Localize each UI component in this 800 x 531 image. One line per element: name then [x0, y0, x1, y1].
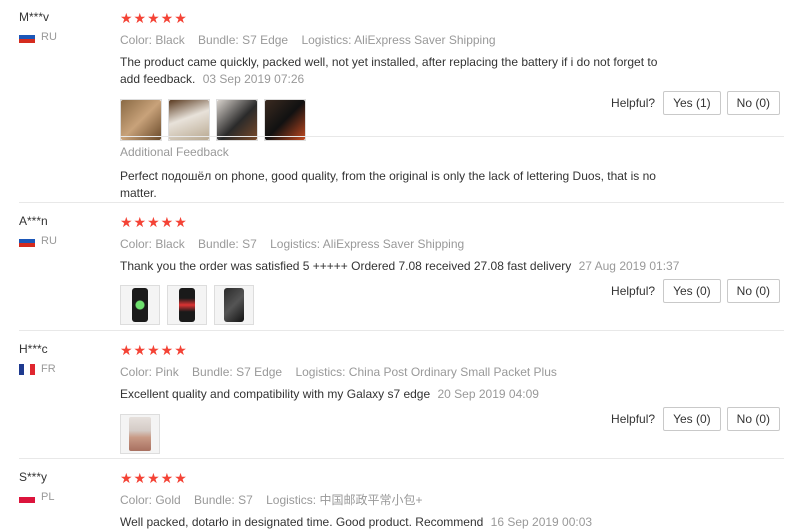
helpful-label: Helpful? — [611, 412, 656, 426]
reviewer-name: M***v — [19, 10, 50, 24]
reviewer-name: A***n — [19, 214, 48, 228]
review-content: ★★★★★ Color: Black Bundle: S7 Edge Logis… — [120, 10, 782, 141]
review-body: The product came quickly, packed well, n… — [120, 55, 658, 86]
helpful-yes-button[interactable]: Yes (1) — [663, 91, 721, 115]
attr-color: Color: Black — [120, 237, 185, 251]
review-item: H***c FR ★★★★★ Color: Pink Bundle: S7 Ed… — [0, 342, 800, 458]
review-content: ★★★★★ Color: Gold Bundle: S7 Logistics: … — [120, 470, 782, 531]
attr-logistics: Logistics: 中国邮政平常小包+ — [266, 493, 423, 507]
attr-color: Color: Pink — [120, 365, 179, 379]
review-item: S***y PL ★★★★★ Color: Gold Bundle: S7 Lo… — [0, 470, 800, 529]
attr-logistics: Logistics: China Post Ordinary Small Pac… — [295, 365, 557, 379]
review-photo[interactable] — [168, 99, 210, 141]
review-attributes: Color: Black Bundle: S7 Edge Logistics: … — [120, 32, 782, 48]
attr-color: Color: Black — [120, 33, 185, 47]
review-attributes: Color: Black Bundle: S7 Logistics: AliEx… — [120, 236, 782, 252]
review-item: M***v RU ★★★★★ Color: Black Bundle: S7 E… — [0, 10, 800, 141]
attr-bundle: Bundle: S7 — [198, 237, 257, 251]
review-content: ★★★★★ Color: Black Bundle: S7 Logistics:… — [120, 214, 782, 325]
flag-ru-icon — [19, 235, 35, 247]
review-body: Excellent quality and compatibility with… — [120, 387, 431, 401]
country-code: PL — [41, 491, 55, 503]
review-content: ★★★★★ Color: Pink Bundle: S7 Edge Logist… — [120, 342, 782, 454]
helpful-label: Helpful? — [611, 284, 656, 298]
review-attributes: Color: Gold Bundle: S7 Logistics: 中国邮政平常… — [120, 492, 782, 508]
reviewer-country: PL — [19, 491, 54, 503]
country-code: RU — [41, 235, 57, 247]
divider — [120, 136, 784, 137]
star-rating: ★★★★★ — [120, 470, 188, 486]
reviewer-name: H***c — [19, 342, 48, 356]
reviewer-country: FR — [19, 363, 56, 375]
review-date: 16 Sep 2019 00:03 — [490, 515, 593, 529]
review-text: Well packed, dotarło in designated time.… — [120, 514, 782, 531]
star-rating: ★★★★★ — [120, 214, 188, 230]
review-date: 20 Sep 2019 04:09 — [437, 387, 539, 401]
attr-bundle: Bundle: S7 — [194, 493, 253, 507]
review-photo[interactable] — [120, 285, 160, 325]
attr-bundle: Bundle: S7 Edge — [198, 33, 289, 47]
helpful-controls: Helpful? Yes (0) No (0) — [611, 407, 780, 431]
review-date: 27 Aug 2019 01:37 — [578, 259, 680, 273]
attr-bundle: Bundle: S7 Edge — [192, 365, 283, 379]
reviewer-country: RU — [19, 235, 57, 247]
additional-feedback-text: Perfect подошёл on phone, good quality, … — [120, 169, 656, 200]
star-rating: ★★★★★ — [120, 10, 188, 26]
review-divider — [19, 202, 784, 203]
flag-pl-icon — [19, 491, 35, 503]
review-photo[interactable] — [214, 285, 254, 325]
additional-feedback: Additional Feedback Perfect подошёл on p… — [120, 136, 784, 202]
helpful-no-button[interactable]: No (0) — [726, 407, 780, 431]
star-rating: ★★★★★ — [120, 342, 188, 358]
attr-logistics: Logistics: AliExpress Saver Shipping — [270, 237, 465, 251]
additional-feedback-label: Additional Feedback — [120, 145, 229, 159]
review-item: A***n RU ★★★★★ Color: Black Bundle: S7 L… — [0, 214, 800, 330]
review-photo[interactable] — [120, 99, 162, 141]
helpful-controls: Helpful? Yes (1) No (0) — [611, 91, 780, 115]
review-attributes: Color: Pink Bundle: S7 Edge Logistics: C… — [120, 364, 782, 380]
helpful-yes-button[interactable]: Yes (0) — [663, 279, 721, 303]
helpful-no-button[interactable]: No (0) — [726, 279, 780, 303]
country-code: RU — [41, 31, 57, 43]
review-date: 03 Sep 2019 07:26 — [202, 72, 305, 86]
helpful-no-button[interactable]: No (0) — [726, 91, 780, 115]
flag-ru-icon — [19, 31, 35, 43]
reviewer-country: RU — [19, 31, 57, 43]
review-photo[interactable] — [264, 99, 306, 141]
country-code: FR — [41, 363, 56, 375]
review-text: Excellent quality and compatibility with… — [120, 386, 782, 403]
attr-logistics: Logistics: AliExpress Saver Shipping — [301, 33, 496, 47]
review-body: Well packed, dotarło in designated time.… — [120, 515, 484, 529]
reviewer-name: S***y — [19, 470, 48, 484]
helpful-yes-button[interactable]: Yes (0) — [663, 407, 721, 431]
review-text: The product came quickly, packed well, n… — [120, 54, 680, 88]
review-photo[interactable] — [120, 414, 160, 454]
review-divider — [19, 458, 784, 459]
review-body: Thank you the order was satisfied 5 ++++… — [120, 259, 572, 273]
helpful-label: Helpful? — [611, 96, 656, 110]
review-photo[interactable] — [216, 99, 258, 141]
review-divider — [19, 330, 784, 331]
flag-fr-icon — [19, 363, 35, 375]
review-text: Thank you the order was satisfied 5 ++++… — [120, 258, 782, 275]
review-photo[interactable] — [167, 285, 207, 325]
helpful-controls: Helpful? Yes (0) No (0) — [611, 279, 780, 303]
attr-color: Color: Gold — [120, 493, 181, 507]
